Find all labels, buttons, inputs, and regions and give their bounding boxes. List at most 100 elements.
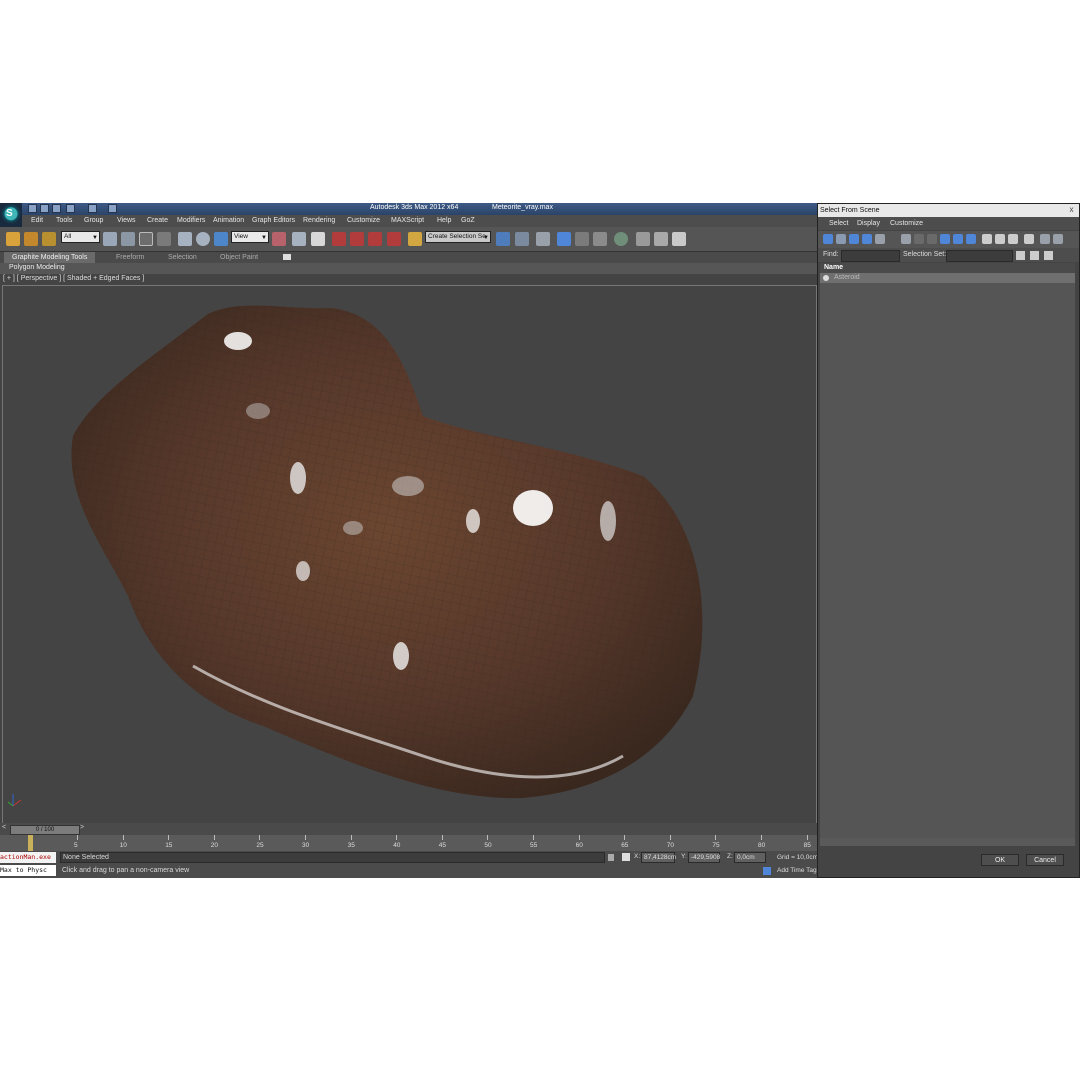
- save-file-icon[interactable]: [52, 204, 61, 213]
- tab-graphite-modeling-tools[interactable]: Graphite Modeling Tools: [4, 252, 96, 263]
- x-coordinate-field[interactable]: 87,4128cm: [641, 852, 676, 863]
- create-selection-set-icon[interactable]: [1016, 251, 1025, 260]
- find-input[interactable]: [841, 250, 900, 262]
- menu-graph-editors[interactable]: Graph Editors: [252, 217, 295, 224]
- scale-icon[interactable]: [214, 232, 228, 246]
- pivot-center-icon[interactable]: [272, 232, 286, 246]
- close-icon[interactable]: x: [1067, 206, 1076, 215]
- display-frozen-icon[interactable]: [966, 234, 976, 244]
- dialog-menu-customize[interactable]: Customize: [890, 220, 923, 227]
- named-selection-dropdown[interactable]: Create Selection Se ▼: [425, 231, 491, 243]
- rendered-frame-icon[interactable]: [654, 232, 668, 246]
- chevron-right-icon[interactable]: >: [80, 824, 84, 831]
- menu-goz[interactable]: GoZ: [461, 217, 475, 224]
- menu-tools[interactable]: Tools: [56, 217, 72, 224]
- percent-snap-icon[interactable]: [368, 232, 382, 246]
- tab-freeform[interactable]: Freeform: [108, 252, 152, 263]
- new-file-icon[interactable]: [28, 204, 37, 213]
- keyboard-shortcut-icon[interactable]: [311, 232, 325, 246]
- render-setup-icon[interactable]: [636, 232, 650, 246]
- display-containers-icon[interactable]: [953, 234, 963, 244]
- app-logo-icon[interactable]: S: [0, 203, 22, 227]
- menu-modifiers[interactable]: Modifiers: [177, 217, 205, 224]
- add-time-tag[interactable]: Add Time Tag: [777, 867, 817, 874]
- angle-snap-icon[interactable]: [350, 232, 364, 246]
- mirror-icon[interactable]: [496, 232, 510, 246]
- select-all-icon[interactable]: [982, 234, 992, 244]
- curve-editor-icon[interactable]: [575, 232, 589, 246]
- ok-button[interactable]: OK: [981, 854, 1019, 866]
- select-object-icon[interactable]: [103, 232, 117, 246]
- column-header-name[interactable]: Name: [820, 263, 1075, 273]
- y-coordinate-field[interactable]: -429,5908: [688, 852, 720, 863]
- selection-filter-dropdown[interactable]: All ▼: [61, 231, 100, 243]
- perspective-viewport[interactable]: [2, 285, 817, 824]
- z-coordinate-field[interactable]: 0,0cm: [734, 852, 766, 863]
- display-groups-icon[interactable]: [914, 234, 924, 244]
- absolute-mode-icon[interactable]: [622, 853, 630, 861]
- display-xrefs-icon[interactable]: [927, 234, 937, 244]
- manipulate-icon[interactable]: [292, 232, 306, 246]
- tab-selection[interactable]: Selection: [160, 252, 205, 263]
- select-by-name-icon[interactable]: [121, 232, 135, 246]
- display-lights-icon[interactable]: [849, 234, 859, 244]
- unlink-icon[interactable]: [24, 232, 38, 246]
- display-helpers-icon[interactable]: [875, 234, 885, 244]
- sync-selection-icon[interactable]: [1053, 234, 1063, 244]
- track-bar[interactable]: 5 10 15 20 25 30 35 40 45 50 55 60 65 70 75 80 85: [0, 835, 817, 851]
- viewport-label[interactable]: [ + ] [ Perspective ] [ Shaded + Edged F…: [3, 275, 144, 282]
- maxscript-listener-output[interactable]: Max to Physc: [0, 865, 56, 876]
- edit-named-selection-icon[interactable]: [408, 232, 422, 246]
- project-folder-icon[interactable]: [108, 204, 117, 213]
- schematic-view-icon[interactable]: [593, 232, 607, 246]
- lock-icon[interactable]: [608, 854, 614, 861]
- snaps-toggle-icon[interactable]: [332, 232, 346, 246]
- display-bones-icon[interactable]: [940, 234, 950, 244]
- menu-help[interactable]: Help: [437, 217, 451, 224]
- maxscript-listener-input[interactable]: actionMan.exe: [0, 852, 56, 863]
- select-none-icon[interactable]: [995, 234, 1005, 244]
- ribbon-options-icon[interactable]: [283, 254, 291, 260]
- rect-selection-icon[interactable]: [139, 232, 153, 246]
- spinner-snap-icon[interactable]: [387, 232, 401, 246]
- display-shapes-icon[interactable]: [836, 234, 846, 244]
- redo-icon[interactable]: [88, 204, 97, 213]
- window-crossing-icon[interactable]: [157, 232, 171, 246]
- tab-object-paint[interactable]: Object Paint: [212, 252, 266, 263]
- rotate-icon[interactable]: [196, 232, 210, 246]
- align-icon[interactable]: [515, 232, 529, 246]
- remove-selection-set-icon[interactable]: [1030, 251, 1039, 260]
- display-cameras-icon[interactable]: [862, 234, 872, 244]
- dialog-menu-select[interactable]: Select: [829, 220, 848, 227]
- menu-customize[interactable]: Customize: [347, 217, 380, 224]
- select-and-link-icon[interactable]: [6, 232, 20, 246]
- display-spacewarps-icon[interactable]: [901, 234, 911, 244]
- edit-selection-set-icon[interactable]: [1044, 251, 1053, 260]
- dialog-menu-display[interactable]: Display: [857, 220, 880, 227]
- list-item[interactable]: Asteroid: [820, 273, 1075, 283]
- select-invert-icon[interactable]: [1008, 234, 1018, 244]
- menu-rendering[interactable]: Rendering: [303, 217, 335, 224]
- render-teapot-icon[interactable]: [672, 232, 686, 246]
- layer-manager-icon[interactable]: [536, 232, 550, 246]
- undo-icon[interactable]: [66, 204, 75, 213]
- time-tag-icon[interactable]: [763, 867, 771, 875]
- selection-set-dropdown[interactable]: [946, 250, 1013, 262]
- bind-spacewarp-icon[interactable]: [42, 232, 56, 246]
- menu-edit[interactable]: Edit: [31, 217, 43, 224]
- display-children-icon[interactable]: [1024, 234, 1034, 244]
- reference-coordinate-dropdown[interactable]: View ▼: [231, 231, 269, 243]
- material-editor-icon[interactable]: [614, 232, 628, 246]
- time-slider[interactable]: 0 / 100: [10, 825, 80, 835]
- move-icon[interactable]: [178, 232, 192, 246]
- cancel-button[interactable]: Cancel: [1026, 854, 1064, 866]
- menu-views[interactable]: Views: [117, 217, 136, 224]
- horizontal-scrollbar[interactable]: [820, 838, 1075, 846]
- menu-create[interactable]: Create: [147, 217, 168, 224]
- chevron-left-icon[interactable]: <: [2, 824, 6, 831]
- display-geometry-icon[interactable]: [823, 234, 833, 244]
- graphite-toggle-icon[interactable]: [557, 232, 571, 246]
- filter-icon[interactable]: [1040, 234, 1050, 244]
- menu-maxscript[interactable]: MAXScript: [391, 217, 424, 224]
- menu-group[interactable]: Group: [84, 217, 103, 224]
